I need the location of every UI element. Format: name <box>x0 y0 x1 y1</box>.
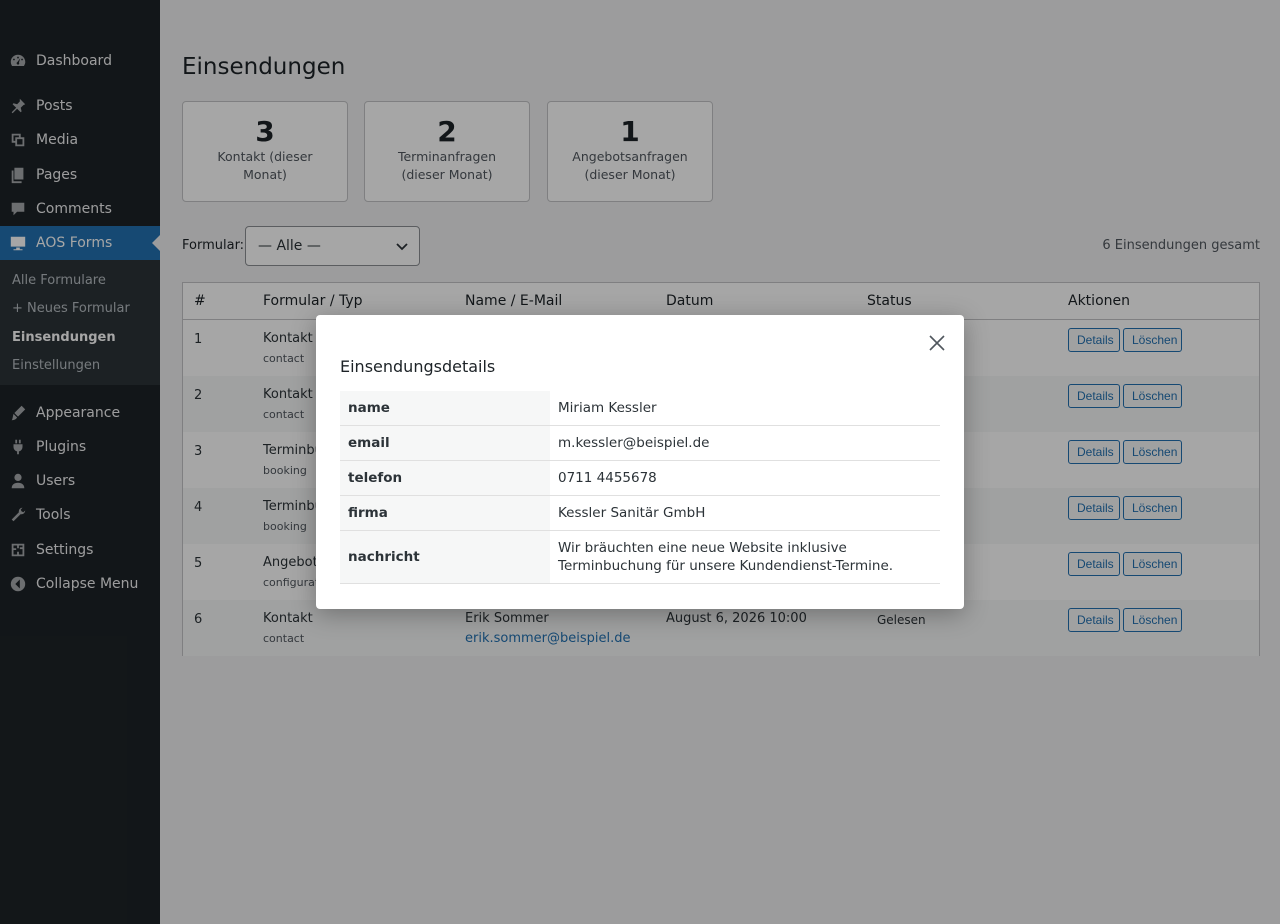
detail-row: nachricht Wir bräuchten eine neue Websit… <box>340 531 940 584</box>
detail-value: m.kessler@beispiel.de <box>558 435 710 451</box>
submission-details-modal: Einsendungsdetails name Miriam Kessler e… <box>316 315 964 609</box>
detail-row: telefon 0711 4455678 <box>340 461 940 496</box>
details-table: name Miriam Kessler email m.kessler@beis… <box>340 391 940 584</box>
detail-key: nachricht <box>340 531 550 583</box>
detail-value: Kessler Sanitär GmbH <box>558 505 706 521</box>
detail-value: 0711 4455678 <box>558 470 657 486</box>
detail-key: email <box>340 426 550 460</box>
detail-value: Wir bräuchten eine neue Website inklusiv… <box>558 540 894 574</box>
close-icon[interactable] <box>928 334 946 352</box>
detail-value: Miriam Kessler <box>558 400 657 416</box>
modal-title: Einsendungsdetails <box>340 357 496 376</box>
detail-key: firma <box>340 496 550 530</box>
detail-row: firma Kessler Sanitär GmbH <box>340 496 940 531</box>
detail-row: email m.kessler@beispiel.de <box>340 426 940 461</box>
detail-key: telefon <box>340 461 550 495</box>
detail-key: name <box>340 391 550 425</box>
detail-row: name Miriam Kessler <box>340 391 940 426</box>
